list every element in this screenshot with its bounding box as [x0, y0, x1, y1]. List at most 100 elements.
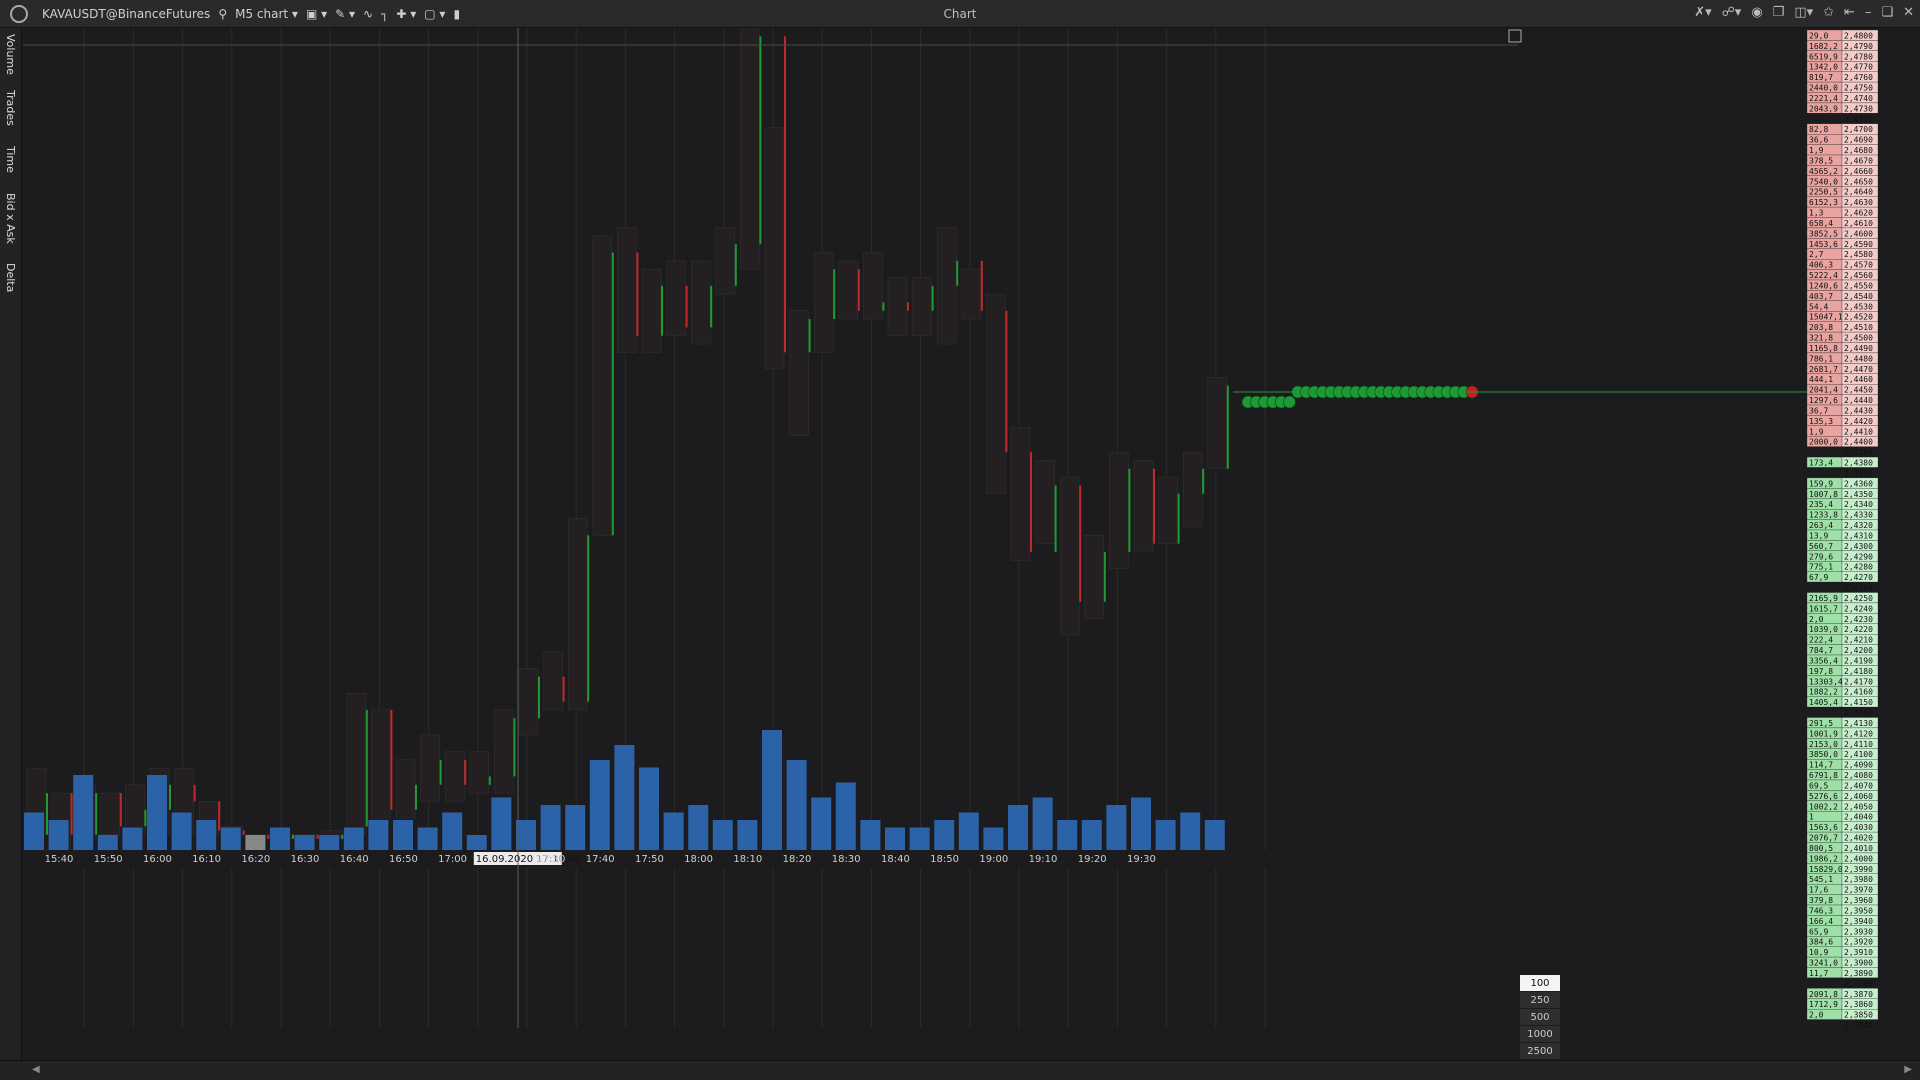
link-icon[interactable]: ☍▾ — [1722, 5, 1742, 20]
ladder-price: 2,4160 — [1844, 688, 1873, 697]
copy-icon[interactable]: ❐ — [1773, 5, 1785, 20]
ladder-price: 2,4360 — [1844, 479, 1873, 488]
ladder-price: 2,4380 — [1844, 459, 1873, 468]
candle-body — [734, 244, 737, 286]
ladder-size: 7540,0 — [1809, 177, 1838, 186]
candle-body — [488, 776, 491, 785]
panel-label-volume[interactable]: Volume — [4, 34, 17, 75]
chart-type-dropdown[interactable]: M5 chart ▾ — [231, 0, 302, 28]
price-ladder[interactable]: 29,0 2,4800 1682,2 2,4790 6519,9 2,4780 1342,0… — [1806, 28, 1920, 1060]
ladder-price: 2,4610 — [1844, 219, 1873, 228]
crosshair-icon[interactable]: ✚ ▾ — [392, 0, 420, 28]
ladder-size: 321,8 — [1809, 334, 1833, 343]
footprint-cell — [838, 260, 859, 320]
ladder-size: 13303,4 — [1809, 677, 1843, 686]
footprint-cell — [1133, 460, 1154, 553]
ladder-price: 2,3860 — [1844, 1000, 1873, 1009]
ruler-icon[interactable]: ┐ — [377, 0, 392, 28]
volume-filter-2500[interactable]: 2500 — [1520, 1043, 1560, 1060]
ladder-size-cell — [1806, 706, 1843, 718]
ladder-price: 2,4180 — [1844, 667, 1873, 676]
ladder-size: 114,7 — [1809, 761, 1833, 770]
template-icon[interactable]: ▣ ▾ — [302, 0, 331, 28]
scroll-right-icon[interactable]: ▶ — [1904, 1064, 1912, 1075]
pin-icon[interactable]: ✩ — [1823, 5, 1834, 20]
candle-body — [857, 269, 860, 311]
footprint-cell — [887, 277, 908, 336]
panel-label-bidask[interactable]: Bid x Ask — [4, 193, 17, 244]
footprint-chart[interactable]: 15:40 15:50 16:00 16:10 16:20 16:30 16:40 16:50… — [23, 28, 1808, 1058]
ladder-size: 166,4 — [1809, 917, 1833, 926]
volume-filter-1000[interactable]: 1000 — [1520, 1026, 1560, 1043]
volume-filter-100[interactable]: 100 — [1520, 975, 1560, 992]
volume-bar — [1057, 820, 1078, 850]
volume-bar — [368, 820, 389, 850]
ladder-price: 2,4480 — [1844, 354, 1873, 363]
ladder-size: 135,3 — [1809, 417, 1833, 426]
cursor-icon[interactable]: ✗▾ — [1694, 5, 1711, 20]
ladder-price: 2,4660 — [1844, 167, 1873, 176]
panel-label-trades[interactable]: Trades — [4, 90, 17, 126]
footprint-cell — [592, 235, 613, 536]
ladder-size: 1039,0 — [1809, 625, 1838, 634]
ladder-price: 2,4260 — [1844, 584, 1873, 593]
ladder-price: 2,4040 — [1844, 813, 1873, 822]
expand-icon[interactable] — [1508, 29, 1522, 43]
ladder-price: 2,4270 — [1844, 573, 1873, 582]
candle-body — [1128, 468, 1131, 552]
symbol-selector[interactable]: KAVAUSDT@BinanceFutures — [38, 0, 214, 28]
scroll-left-icon[interactable]: ◀ — [32, 1064, 40, 1075]
minimize-icon[interactable]: – — [1865, 5, 1872, 20]
draw-pencil-icon[interactable]: ✎ ▾ — [331, 0, 359, 28]
ladder-size: 3356,4 — [1809, 656, 1838, 665]
ladder-size: 1342,0 — [1809, 63, 1838, 72]
volume-bar — [688, 805, 709, 850]
footprint-cell — [567, 518, 588, 711]
volume-bar — [1032, 797, 1053, 850]
candle-body — [365, 709, 368, 827]
candle-body — [464, 759, 467, 785]
ladder-price: 2,4740 — [1844, 94, 1873, 103]
candle-body — [587, 535, 590, 702]
horizontal-scrollbar[interactable]: ◀ ▶ — [0, 1060, 1920, 1080]
ladder-size: 1986,2 — [1809, 854, 1838, 863]
ladder-size: 2165,9 — [1809, 594, 1838, 603]
candle-body — [661, 285, 663, 336]
ladder-size: 800,5 — [1809, 844, 1833, 853]
ladder-size: 6519,9 — [1809, 52, 1838, 61]
ladder-size: 1007,8 — [1809, 490, 1838, 499]
candle-body — [808, 319, 811, 353]
panel-label-delta[interactable]: Delta — [4, 263, 17, 292]
candle-body — [538, 676, 540, 719]
candle-body — [956, 260, 959, 286]
ladder-size: 4565,2 — [1809, 167, 1838, 176]
close-icon[interactable]: ✕ — [1903, 5, 1914, 20]
panel-label-time[interactable]: Time — [4, 146, 17, 173]
volume-filter-250[interactable]: 250 — [1520, 992, 1560, 1009]
volume-bar — [614, 745, 635, 850]
ladder-size: 279,6 — [1809, 552, 1833, 561]
volume-bar — [540, 805, 561, 850]
ladder-size: 1,9 — [1809, 146, 1824, 155]
volume-bar — [934, 820, 955, 850]
volume-filter-500[interactable]: 500 — [1520, 1009, 1560, 1026]
ladder-size: 3850,0 — [1809, 750, 1838, 759]
ladder-size: 2041,4 — [1809, 386, 1838, 395]
candle-body — [119, 793, 122, 827]
indicator-icon[interactable]: ∿ — [359, 0, 377, 28]
ladder-size: 203,8 — [1809, 323, 1833, 332]
time-label: 16:40 — [340, 854, 369, 865]
ladder-size-cell — [1806, 1019, 1843, 1031]
camera-icon[interactable]: ◉ — [1751, 5, 1762, 20]
volume-bar — [983, 827, 1004, 850]
maximize-icon[interactable]: ❏ — [1881, 5, 1893, 20]
volume-bar — [417, 827, 438, 850]
volume-bar — [220, 827, 241, 850]
search-icon[interactable]: ⚲ — [214, 0, 231, 28]
ladder-size: 69,5 — [1809, 781, 1828, 790]
layout-icon[interactable]: ▢ ▾ — [420, 0, 449, 28]
panel-icon[interactable]: ▮ — [449, 0, 464, 28]
collapse-icon[interactable]: ⇤ — [1844, 5, 1855, 20]
footprint-cell — [912, 277, 932, 336]
lock-icon[interactable]: ◫▾ — [1794, 5, 1813, 20]
